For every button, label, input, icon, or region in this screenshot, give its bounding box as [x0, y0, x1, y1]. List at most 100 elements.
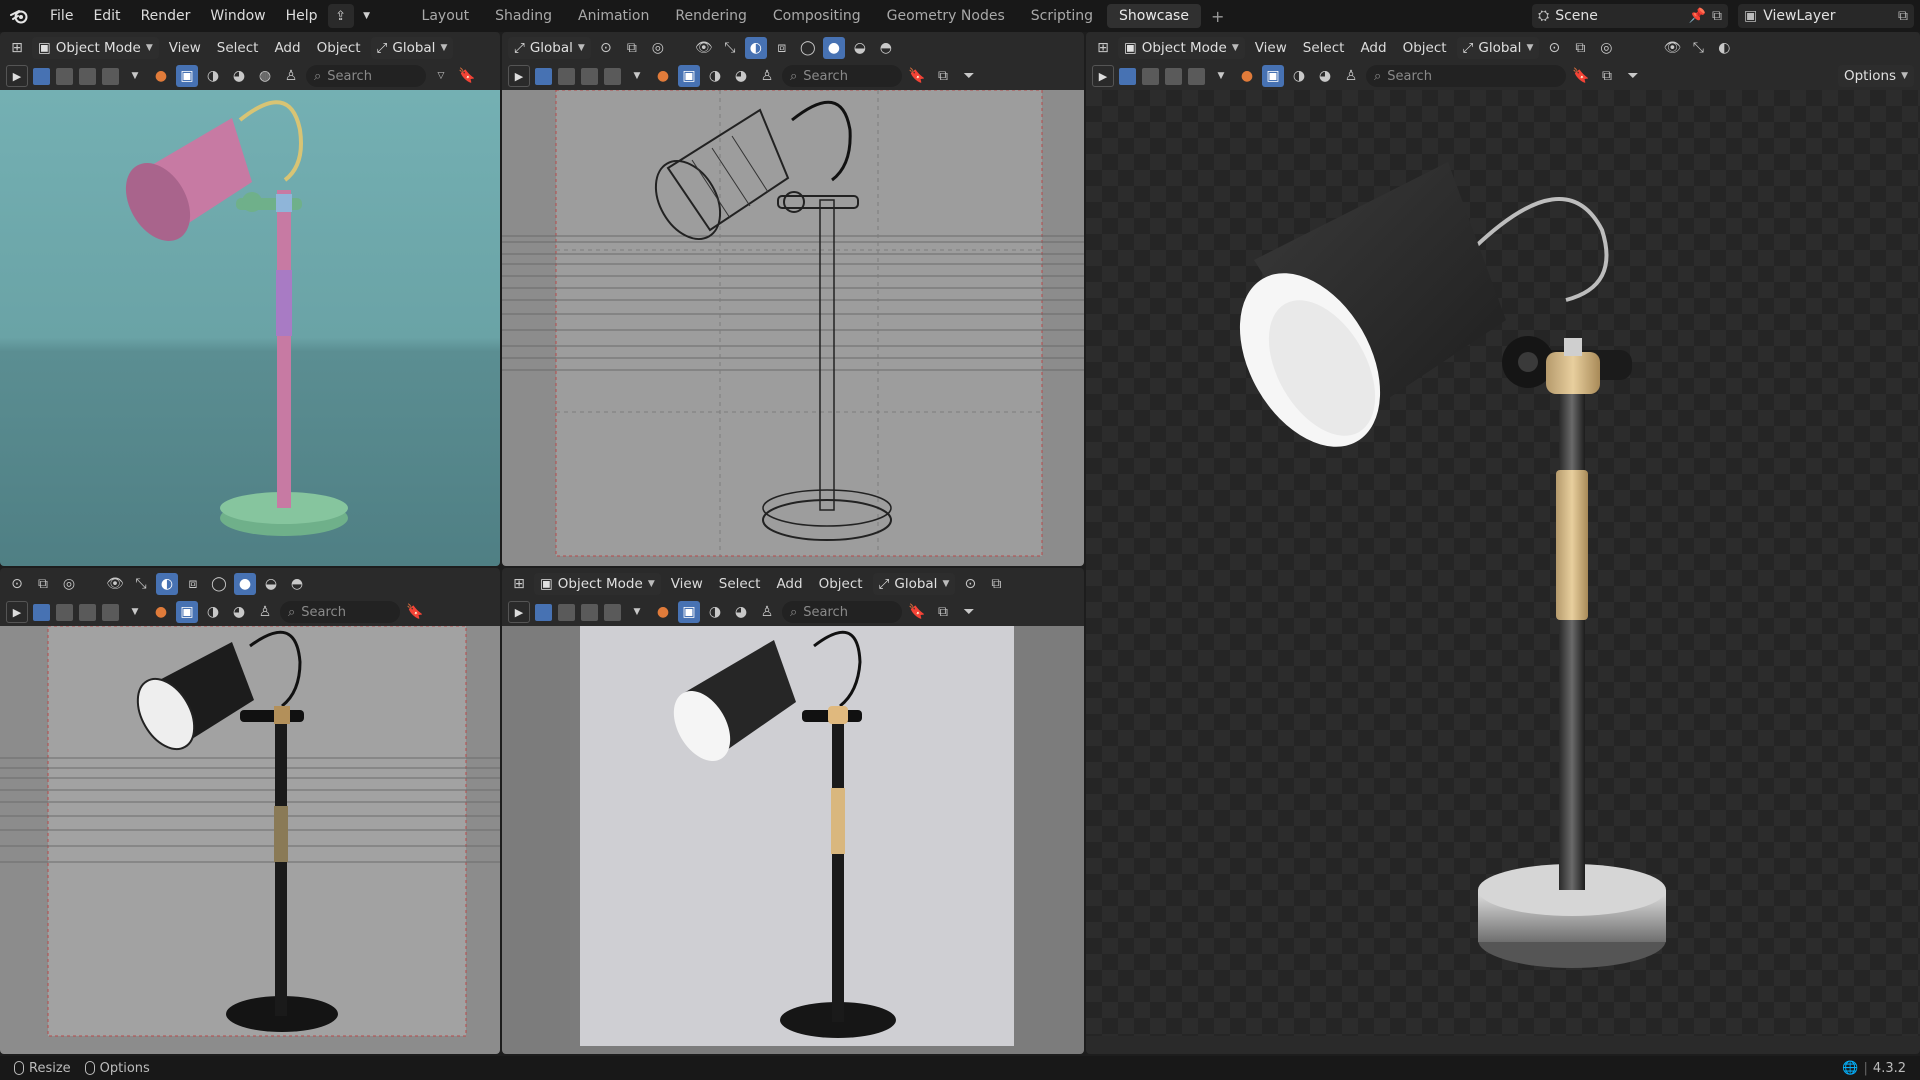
menu-edit[interactable]: Edit — [83, 0, 130, 32]
material-shading-icon[interactable]: ◒ — [849, 37, 871, 59]
chevron-down-icon[interactable]: ▼ — [124, 65, 146, 87]
select-subtract-icon[interactable] — [79, 67, 96, 85]
menu-view[interactable]: View — [665, 576, 709, 592]
color-wheel-icon[interactable]: ● — [652, 601, 674, 623]
tab-rendering[interactable]: Rendering — [663, 4, 759, 28]
chevron-down-icon[interactable]: ▽ — [430, 65, 452, 87]
orientation-dropdown[interactable]: ⤢ Global ▼ — [370, 37, 454, 59]
search-input[interactable]: ⌕ Search — [306, 65, 426, 87]
viewport-bottom-left[interactable]: ⊙ ⧉ ◎ 👁 ⤡ ◐ ⧈ ◯ ● ◒ ◓ ▶ ▼ ● ▣ ◑ ◕ ♙ ⌕ Sea… — [0, 568, 500, 1054]
play-icon[interactable]: ▶ — [6, 601, 28, 623]
wireframe-shading-icon[interactable]: ◯ — [208, 573, 230, 595]
menu-object[interactable]: Object — [311, 40, 367, 56]
select-subtract-icon[interactable] — [1165, 67, 1182, 85]
menu-window[interactable]: Window — [200, 0, 275, 32]
bookmark-icon[interactable]: 🔖 — [906, 65, 928, 87]
orientation-dropdown[interactable]: ⤢ Global ▼ — [508, 37, 591, 59]
menu-object[interactable]: Object — [1397, 40, 1453, 56]
xray-icon[interactable]: ⧈ — [771, 37, 793, 59]
menu-select[interactable]: Select — [713, 576, 767, 592]
chevron-down-icon[interactable]: ▼ — [124, 601, 146, 623]
snap-icon[interactable]: ⧉ — [1569, 37, 1591, 59]
options-dropdown[interactable]: Options ▼ — [1837, 65, 1914, 87]
new-scene-icon[interactable]: ⧉ — [1712, 8, 1722, 24]
menu-render[interactable]: Render — [131, 0, 201, 32]
light-filter-icon[interactable]: ◑ — [202, 601, 224, 623]
tab-layout[interactable]: Layout — [410, 4, 482, 28]
menu-object[interactable]: Object — [813, 576, 869, 592]
select-box-icon[interactable] — [33, 603, 50, 621]
editor-type-icon[interactable]: ⊞ — [1092, 37, 1114, 59]
empty-filter-icon[interactable]: ◍ — [254, 65, 276, 87]
select-invert-icon[interactable] — [102, 603, 119, 621]
gizmo-icon[interactable]: ⤡ — [130, 573, 152, 595]
bookmark-icon[interactable]: 🔖 — [906, 601, 928, 623]
select-invert-icon[interactable] — [102, 67, 119, 85]
select-invert-icon[interactable] — [604, 603, 621, 621]
overlay-icon[interactable]: ◐ — [744, 37, 767, 59]
snap-icon[interactable]: ⧉ — [985, 573, 1007, 595]
search-input[interactable]: ⌕ Search — [280, 601, 400, 623]
bookmark-icon[interactable]: 🔖 — [404, 601, 426, 623]
editor-type-icon[interactable]: ⊞ — [6, 37, 28, 59]
camera-filter-icon[interactable]: ◕ — [228, 601, 250, 623]
search-input[interactable]: ⌕ Search — [1366, 65, 1566, 87]
viewport-canvas[interactable] — [0, 90, 500, 566]
select-extend-icon[interactable] — [1142, 67, 1159, 85]
tab-geometry-nodes[interactable]: Geometry Nodes — [875, 4, 1017, 28]
viewport-top-left[interactable]: ⊞ ▣ Object Mode ▼ View Select Add Object ⤢… — [0, 32, 500, 566]
select-box-icon[interactable] — [535, 603, 552, 621]
light-filter-icon[interactable]: ◑ — [1288, 65, 1310, 87]
menu-file[interactable]: File — [40, 0, 83, 32]
display-filter-icon[interactable]: ⧉ — [1596, 65, 1618, 87]
tab-shading[interactable]: Shading — [483, 4, 564, 28]
viewport-canvas[interactable] — [502, 89, 1084, 566]
tab-compositing[interactable]: Compositing — [761, 4, 873, 28]
select-extend-icon[interactable] — [56, 603, 73, 621]
rendered-shading-icon[interactable]: ◓ — [875, 37, 897, 59]
display-filter-icon[interactable]: ⧉ — [932, 65, 954, 87]
select-box-icon[interactable] — [535, 67, 552, 85]
view-layer-selector[interactable]: ▣ ViewLayer ⧉ — [1738, 4, 1914, 28]
mesh-filter-icon[interactable]: ▣ — [1262, 65, 1284, 87]
visibility-icon[interactable]: 👁 — [1661, 37, 1683, 59]
mesh-filter-icon[interactable]: ▣ — [678, 601, 700, 623]
gizmo-icon[interactable]: ⤡ — [719, 37, 741, 59]
solid-shading-icon[interactable]: ● — [234, 573, 256, 595]
search-input[interactable]: ⌕ Search — [782, 601, 902, 623]
play-icon[interactable]: ▶ — [6, 65, 28, 87]
camera-filter-icon[interactable]: ◕ — [730, 65, 752, 87]
play-icon[interactable]: ▶ — [508, 601, 530, 623]
tab-animation[interactable]: Animation — [566, 4, 661, 28]
orientation-dropdown[interactable]: ⤢ Global ▼ — [1456, 37, 1540, 59]
solid-shading-icon[interactable]: ● — [822, 37, 845, 59]
mesh-filter-icon[interactable]: ▣ — [678, 65, 700, 87]
pivot-icon[interactable]: ⊙ — [595, 37, 617, 59]
chevron-down-icon[interactable]: ▼ — [1210, 65, 1232, 87]
viewport-top-middle[interactable]: ⤢ Global ▼ ⊙ ⧉ ◎ 👁 ⤡ ◐ ⧈ ◯ ● ◒ ◓ ▶ ▼ ● ▣ ◑… — [502, 32, 1084, 566]
tab-scripting[interactable]: Scripting — [1019, 4, 1105, 28]
light-filter-icon[interactable]: ◑ — [704, 601, 726, 623]
select-subtract-icon[interactable] — [581, 67, 598, 85]
menu-help[interactable]: Help — [276, 0, 328, 32]
menu-add[interactable]: Add — [770, 576, 808, 592]
mesh-filter-icon[interactable]: ▣ — [176, 65, 198, 87]
snap-icon[interactable]: ⧉ — [621, 37, 643, 59]
select-extend-icon[interactable] — [56, 67, 73, 85]
menu-select[interactable]: Select — [211, 40, 265, 56]
camera-filter-icon[interactable]: ◕ — [730, 601, 752, 623]
chevron-down-icon[interactable]: ▼ — [354, 4, 380, 28]
blender-logo-icon[interactable] — [0, 0, 40, 32]
color-wheel-icon[interactable]: ● — [150, 601, 172, 623]
tab-showcase[interactable]: Showcase — [1107, 4, 1201, 28]
other-filter-icon[interactable]: ♙ — [1340, 65, 1362, 87]
viewport-bottom-middle[interactable]: ⊞ ▣ Object Mode ▼ View Select Add Object ⤢… — [502, 568, 1084, 1054]
other-filter-icon[interactable]: ♙ — [756, 65, 778, 87]
proportional-edit-icon[interactable]: ◎ — [647, 37, 669, 59]
select-extend-icon[interactable] — [558, 67, 575, 85]
proportional-edit-icon[interactable]: ◎ — [58, 573, 80, 595]
select-box-icon[interactable] — [33, 67, 50, 85]
scene-selector[interactable]: ⛭ Scene 📌 ⧉ — [1532, 4, 1728, 28]
new-view-layer-icon[interactable]: ⧉ — [1898, 8, 1908, 24]
viewport-canvas[interactable] — [0, 625, 500, 1054]
